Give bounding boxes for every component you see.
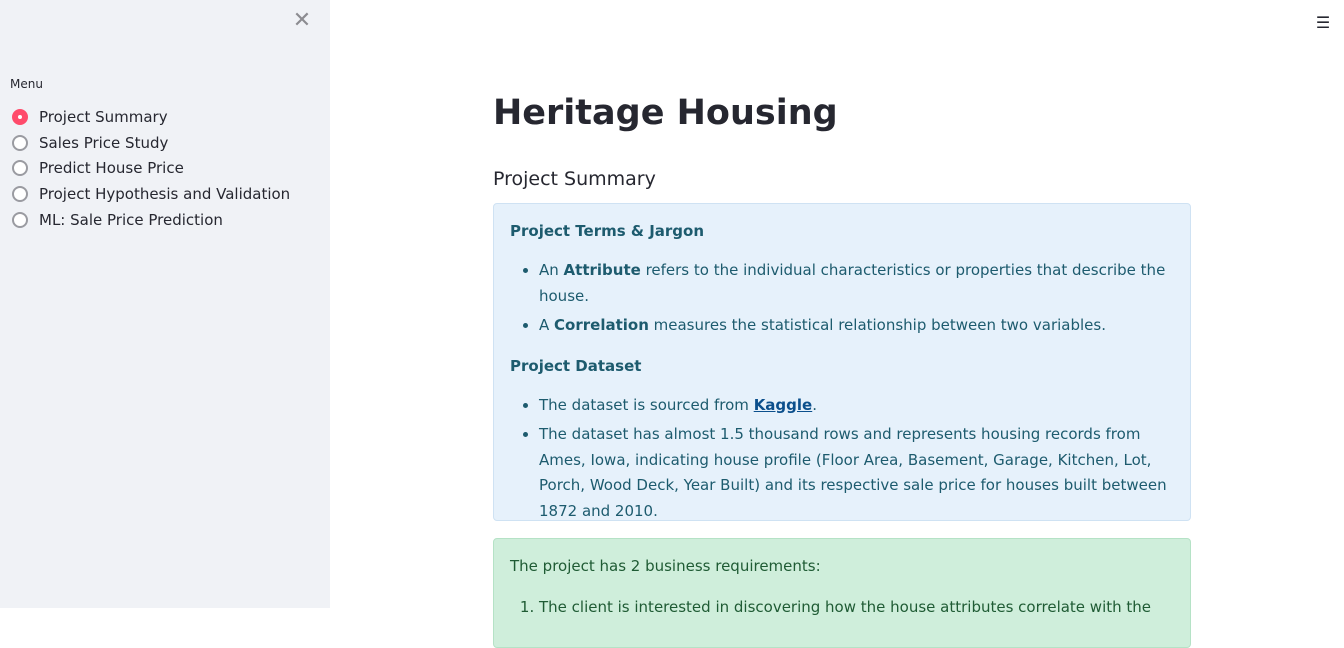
- radio-option-label: Project Hypothesis and Validation: [39, 185, 291, 204]
- menu-label: Menu: [10, 77, 43, 91]
- term-prefix: An: [539, 261, 564, 279]
- radio-option-project-summary[interactable]: Project Summary: [12, 104, 290, 130]
- info-heading-dataset: Project Dataset: [510, 356, 642, 375]
- term-attribute: Attribute: [563, 261, 641, 279]
- radio-button[interactable]: [12, 160, 28, 177]
- list-item: The dataset has almost 1.5 thousand rows…: [539, 422, 1174, 524]
- navigation-radio-group: Project Summary Sales Price Study Predic…: [12, 104, 290, 233]
- list-item: The dataset is sourced from Kaggle.: [539, 393, 1174, 419]
- radio-option-label: ML: Sale Price Prediction: [39, 211, 223, 230]
- dataset-source-suffix: .: [812, 395, 818, 414]
- list-item: An Attribute refers to the individual ch…: [539, 258, 1174, 309]
- term-definition: measures the statistical relationship be…: [648, 316, 1106, 334]
- radio-button[interactable]: [12, 134, 28, 151]
- info-box: Project Terms & Jargon An Attribute refe…: [493, 203, 1191, 521]
- radio-button[interactable]: [12, 186, 28, 203]
- dataset-list: The dataset is sourced from Kaggle. The …: [510, 393, 1174, 525]
- section-title: Project Summary: [493, 168, 656, 190]
- sidebar: ✕ Menu Project Summary Sales Price Study…: [0, 0, 330, 608]
- hamburger-icon[interactable]: ☰: [1314, 14, 1332, 32]
- radio-option-label: Predict House Price: [39, 159, 184, 178]
- info-heading-terms: Project Terms & Jargon: [510, 222, 705, 240]
- radio-button-checked[interactable]: [12, 108, 28, 125]
- term-correlation: Correlation: [554, 316, 649, 334]
- radio-option-predict-house-price[interactable]: Predict House Price: [12, 156, 290, 182]
- requirements-intro: The project has 2 business requirements:: [510, 557, 821, 575]
- terms-list: An Attribute refers to the individual ch…: [510, 258, 1174, 339]
- kaggle-link[interactable]: Kaggle: [754, 396, 813, 414]
- radio-option-ml-sale-price[interactable]: ML: Sale Price Prediction: [12, 207, 290, 233]
- term-prefix: A: [539, 316, 555, 334]
- success-box: The project has 2 business requirements:…: [493, 538, 1191, 648]
- page-title: Heritage Housing: [493, 93, 838, 133]
- radio-option-label: Sales Price Study: [39, 133, 169, 152]
- list-item: A Correlation measures the statistical r…: [539, 313, 1174, 339]
- close-icon[interactable]: ✕: [292, 10, 312, 32]
- dataset-source-text: The dataset is sourced from: [539, 395, 754, 414]
- radio-option-sales-price-study[interactable]: Sales Price Study: [12, 130, 290, 156]
- radio-option-label: Project Summary: [39, 107, 168, 126]
- radio-option-project-hypothesis[interactable]: Project Hypothesis and Validation: [12, 181, 290, 207]
- radio-button[interactable]: [12, 212, 28, 229]
